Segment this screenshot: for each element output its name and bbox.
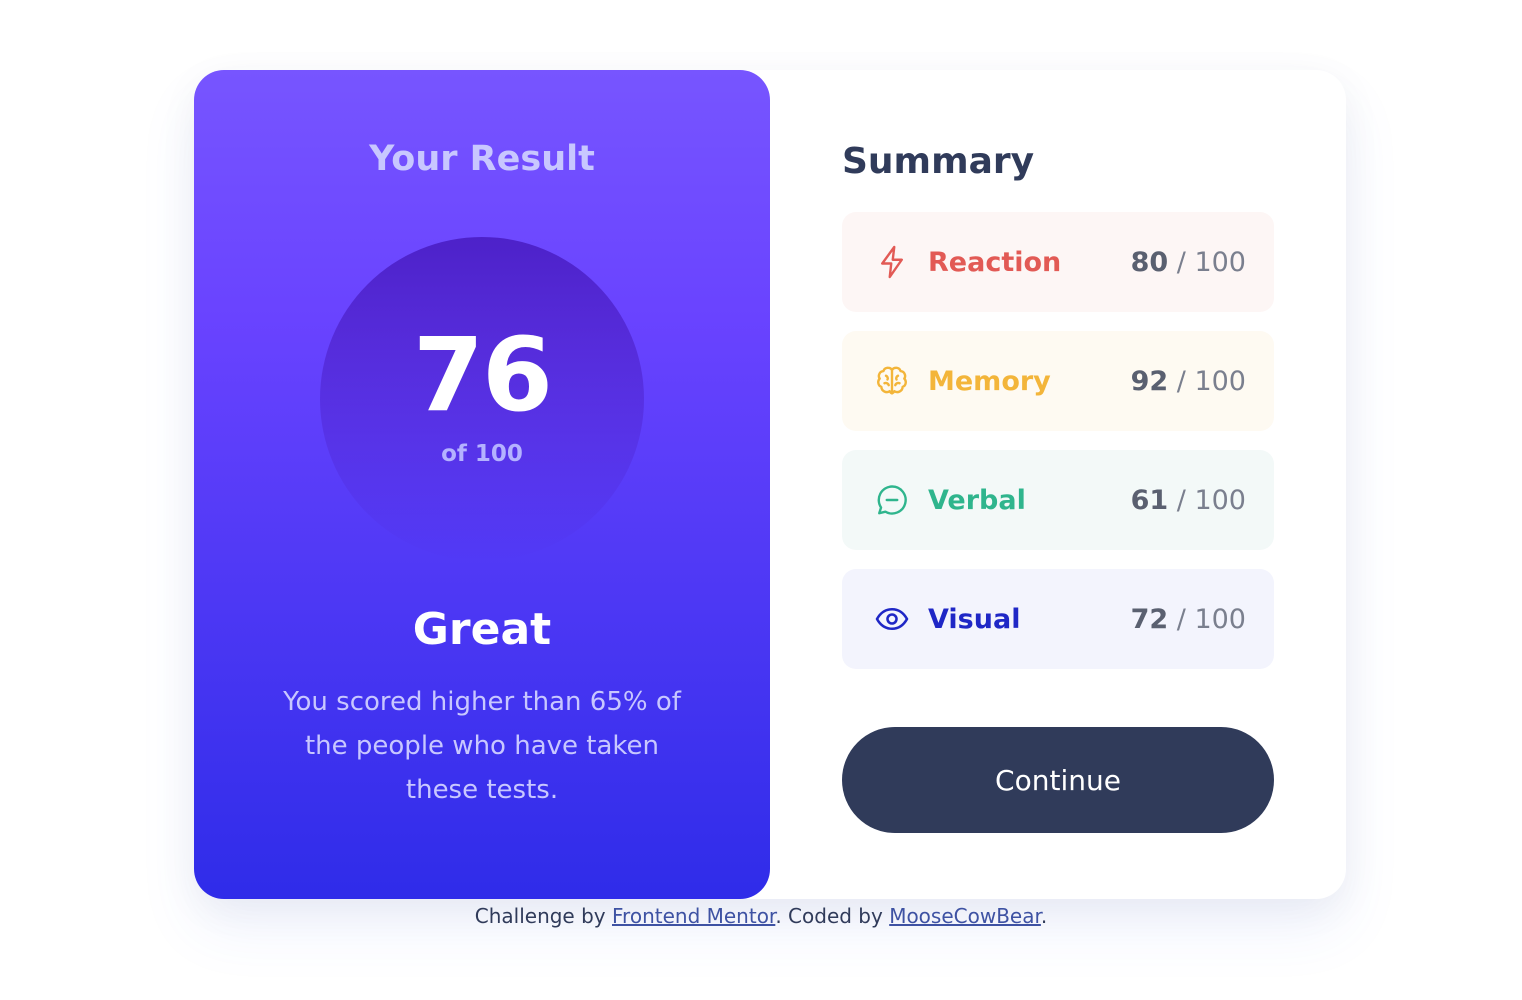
summary-item-score: 92 / 100 [1130, 365, 1246, 397]
summary-item-score: 80 / 100 [1130, 246, 1246, 278]
result-panel: Your Result 76 of 100 Great You scored h… [194, 70, 770, 899]
continue-button[interactable]: Continue [842, 727, 1274, 833]
summary-item-score: 72 / 100 [1130, 603, 1246, 635]
rating-label: Great [412, 604, 552, 655]
score-max: of 100 [441, 441, 523, 467]
summary-item-memory: Memory 92 / 100 [842, 331, 1274, 431]
result-heading: Your Result [369, 139, 595, 179]
summary-item-reaction: Reaction 80 / 100 [842, 212, 1274, 312]
summary-item-verbal: Verbal 61 / 100 [842, 450, 1274, 550]
attribution-prefix: Challenge by [474, 904, 612, 928]
summary-item-label: Visual [928, 603, 1021, 635]
summary-item-label: Reaction [928, 246, 1062, 278]
score-circle: 76 of 100 [320, 237, 644, 561]
attribution-middle: . Coded by [775, 904, 890, 928]
frontend-mentor-link[interactable]: Frontend Mentor [612, 904, 775, 928]
attribution: Challenge by Frontend Mentor. Coded by M… [0, 903, 1522, 929]
summary-item-label: Verbal [928, 484, 1026, 516]
lightning-icon [874, 244, 910, 280]
summary-item-label: Memory [928, 365, 1051, 397]
score-value: 76 [413, 316, 553, 435]
eye-icon [874, 601, 910, 637]
summary-item-visual: Visual 72 / 100 [842, 569, 1274, 669]
summary-item-score: 61 / 100 [1130, 484, 1246, 516]
attribution-suffix: . [1040, 904, 1048, 928]
chat-bubble-icon [874, 482, 910, 518]
brain-icon [874, 363, 910, 399]
result-description: You scored higher than 65% of the people… [283, 687, 681, 805]
author-link[interactable]: MooseCowBear [889, 904, 1041, 928]
summary-heading: Summary [842, 141, 1035, 182]
